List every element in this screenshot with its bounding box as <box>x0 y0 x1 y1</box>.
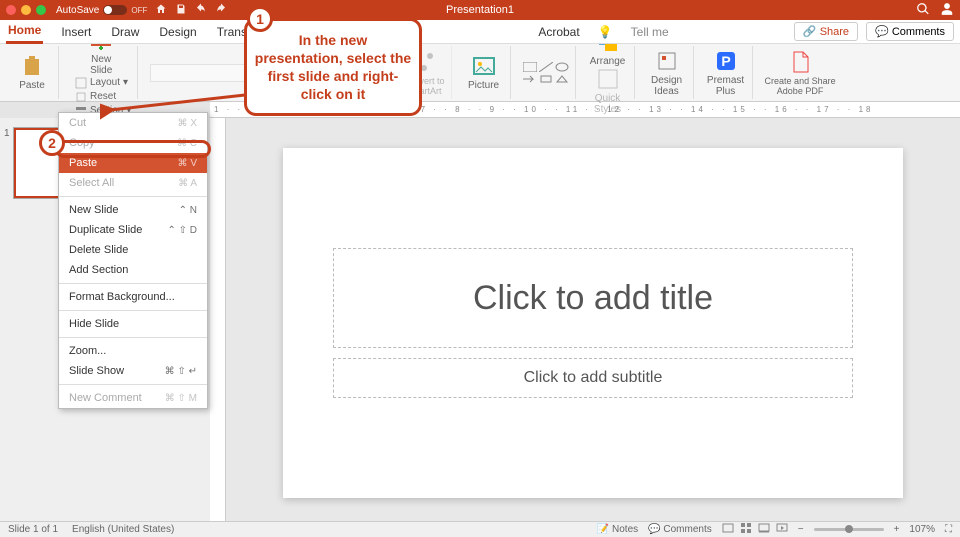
cm-add-section[interactable]: Add Section <box>59 260 207 280</box>
comments-button[interactable]: 💬 Comments <box>866 22 954 41</box>
autosave-label: AutoSave <box>56 5 99 16</box>
subtitle-placeholder[interactable]: Click to add subtitle <box>333 358 853 398</box>
zoom-out-icon[interactable]: − <box>798 524 804 535</box>
undo-icon[interactable] <box>195 3 207 18</box>
tell-me-icon: 💡 <box>598 25 613 39</box>
adobe-pdf-button[interactable]: Create and Share Adobe PDF <box>765 50 836 96</box>
save-icon[interactable] <box>175 3 187 18</box>
design-ideas-button[interactable]: Design Ideas <box>647 49 687 97</box>
close-window-icon[interactable] <box>6 5 16 15</box>
tab-draw[interactable]: Draw <box>109 21 141 43</box>
reset-button[interactable]: Reset <box>75 90 131 104</box>
status-language[interactable]: English (United States) <box>72 524 174 535</box>
annotation-badge-1: 1 <box>247 6 273 32</box>
autosave-state: OFF <box>131 6 147 15</box>
layout-button[interactable]: Layout ▾ <box>75 76 131 90</box>
reading-view-icon[interactable] <box>758 522 770 537</box>
tab-insert[interactable]: Insert <box>59 21 93 43</box>
cm-delete-slide[interactable]: Delete Slide <box>59 240 207 260</box>
document-title: Presentation1 <box>446 4 514 16</box>
cm-paste[interactable]: Paste⌘ V <box>59 153 207 173</box>
window-controls[interactable] <box>6 5 46 15</box>
cm-new-slide[interactable]: New Slide⌃ N <box>59 200 207 220</box>
slideshow-view-icon[interactable] <box>776 522 788 537</box>
zoom-in-icon[interactable]: + <box>894 524 900 535</box>
cm-new-comment[interactable]: New Comment⌘ ⇧ M <box>59 388 207 408</box>
cm-select-all[interactable]: Select All⌘ A <box>59 173 207 193</box>
cm-zoom[interactable]: Zoom... <box>59 341 207 361</box>
slide[interactable]: Click to add title Click to add subtitle <box>283 148 903 498</box>
tab-acrobat[interactable]: Acrobat <box>536 21 581 43</box>
account-icon[interactable] <box>940 2 954 19</box>
ribbon: Paste New Slide Layout ▾ Reset Section ▾… <box>0 44 960 102</box>
autosave-toggle[interactable]: AutoSave OFF <box>56 5 147 16</box>
home-icon[interactable] <box>155 3 167 18</box>
shapes-gallery[interactable] <box>523 62 569 84</box>
paste-label: Paste <box>19 80 45 91</box>
vertical-ruler <box>210 118 226 521</box>
search-icon[interactable] <box>916 2 930 19</box>
slide-number: 1 <box>4 128 10 139</box>
cm-cut: Cut⌘ X <box>59 113 207 133</box>
ribbon-tabs: Home Insert Draw Design Transitions Anim… <box>0 20 960 44</box>
titlebar: AutoSave OFF Presentation1 <box>0 0 960 20</box>
context-menu: Cut⌘ X Copy⌘ C Paste⌘ V Select All⌘ A Ne… <box>58 112 208 409</box>
annotation-badge-2: 2 <box>39 130 65 156</box>
fit-window-icon[interactable]: ⛶ <box>945 524 952 535</box>
tell-me[interactable]: Tell me <box>629 21 671 43</box>
new-slide-label: New Slide <box>90 54 112 76</box>
zoom-slider[interactable] <box>814 528 884 531</box>
notes-button[interactable]: 📝 Notes <box>597 524 638 535</box>
cm-hide-slide[interactable]: Hide Slide <box>59 314 207 334</box>
minimize-window-icon[interactable] <box>21 5 31 15</box>
paste-button[interactable]: Paste <box>12 54 52 91</box>
maximize-window-icon[interactable] <box>36 5 46 15</box>
status-bar: Slide 1 of 1 English (United States) 📝 N… <box>0 521 960 537</box>
quick-styles-button: Quick Styles <box>588 67 628 115</box>
tab-design[interactable]: Design <box>157 21 198 43</box>
quick-access-toolbar <box>155 3 227 18</box>
picture-button[interactable]: Picture <box>464 54 504 91</box>
cm-copy: Copy⌘ C <box>59 133 207 153</box>
title-placeholder[interactable]: Click to add title <box>333 248 853 348</box>
premast-button[interactable]: P Premast Plus <box>706 49 746 97</box>
share-button[interactable]: 🔗 Share <box>794 22 858 41</box>
normal-view-icon[interactable] <box>722 522 734 537</box>
sorter-view-icon[interactable] <box>740 522 752 537</box>
tab-home[interactable]: Home <box>6 19 43 44</box>
autosave-switch[interactable] <box>103 5 127 15</box>
redo-icon[interactable] <box>215 3 227 18</box>
slide-canvas-area[interactable]: Click to add title Click to add subtitle <box>226 118 960 521</box>
cm-slide-show[interactable]: Slide Show⌘ ⇧ ↵ <box>59 361 207 381</box>
status-slide-count: Slide 1 of 1 <box>8 524 58 535</box>
cm-duplicate-slide[interactable]: Duplicate Slide⌃ ⇧ D <box>59 220 207 240</box>
annotation-callout: In the new presentation, select the firs… <box>244 18 422 116</box>
svg-text:P: P <box>721 53 730 69</box>
cm-format-background[interactable]: Format Background... <box>59 287 207 307</box>
zoom-level[interactable]: 107% <box>909 524 935 535</box>
comments-toggle[interactable]: 💬 Comments <box>648 524 712 535</box>
